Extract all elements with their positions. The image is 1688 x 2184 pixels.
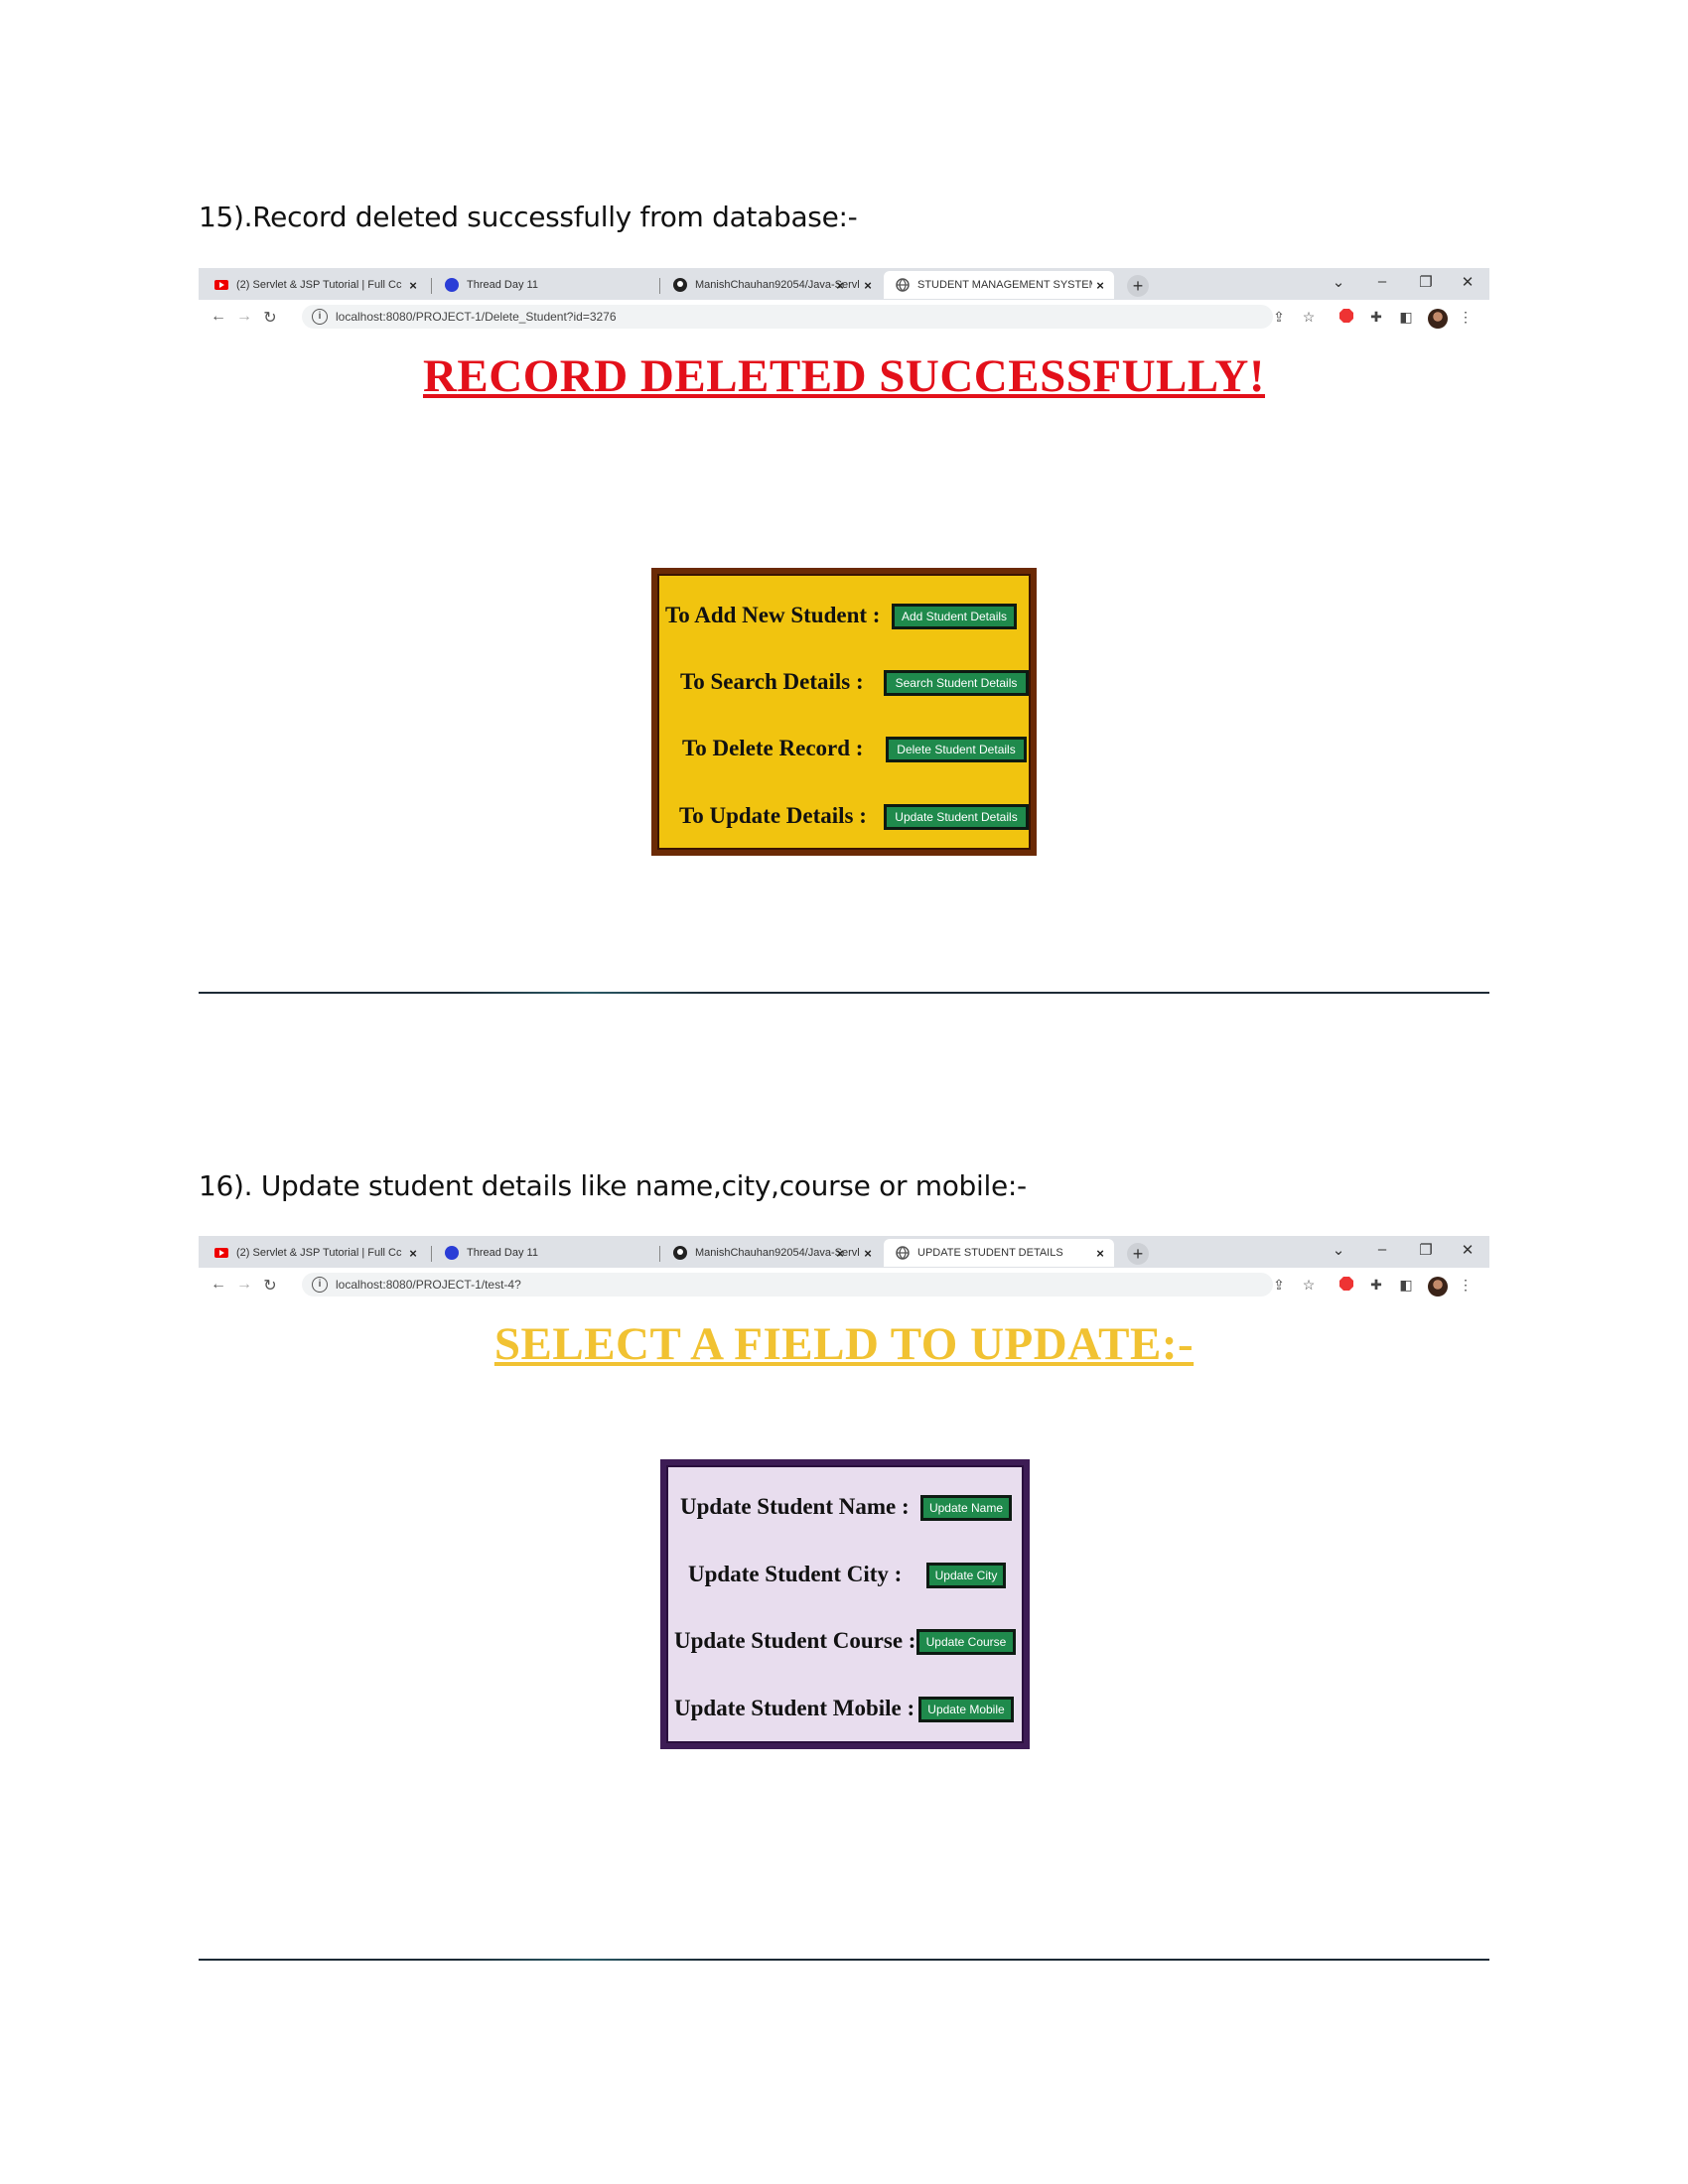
- blue-logo-icon: [445, 1246, 459, 1260]
- update-mobile-button[interactable]: Update Mobile: [918, 1697, 1014, 1722]
- github-icon: [673, 278, 687, 292]
- reload-icon[interactable]: ↻: [260, 1276, 280, 1296]
- url-text: localhost:8080/PROJECT-1/Delete_Student?…: [336, 310, 617, 324]
- page-heading: SELECT A FIELD TO UPDATE:-: [493, 1318, 1195, 1370]
- back-arrow-icon[interactable]: ←: [209, 308, 228, 326]
- menu-kebab-icon[interactable]: ⋮: [1456, 309, 1476, 326]
- tab-youtube[interactable]: (2) Servlet & JSP Tutorial | Full Cc ×: [203, 1239, 427, 1267]
- minimize-icon[interactable]: –: [1372, 273, 1392, 290]
- tab-active[interactable]: STUDENT MANAGEMENT SYSTEM ×: [884, 271, 1114, 299]
- youtube-icon: [214, 1246, 228, 1260]
- update-course-button[interactable]: Update Course: [916, 1629, 1016, 1655]
- close-tab-icon[interactable]: ×: [860, 278, 876, 293]
- row-update-city: Update Student City : Update City: [666, 1559, 1024, 1588]
- close-tab-icon[interactable]: ×: [405, 1246, 421, 1261]
- row-add: To Add New Student : Add Student Details: [657, 600, 1031, 629]
- side-panel-icon[interactable]: ◧: [1396, 1277, 1416, 1294]
- restore-icon[interactable]: ❐: [1416, 273, 1436, 291]
- forward-arrow-icon[interactable]: →: [234, 308, 254, 326]
- info-icon[interactable]: i: [312, 309, 328, 325]
- share-icon[interactable]: ⇪: [1269, 1277, 1289, 1294]
- browser-toolbar: ← → ↻ i localhost:8080/PROJECT-1/Delete_…: [199, 300, 1489, 336]
- row-update: To Update Details : Update Student Detai…: [657, 800, 1031, 830]
- reload-icon[interactable]: ↻: [260, 308, 280, 328]
- add-student-button[interactable]: Add Student Details: [892, 604, 1017, 629]
- update-student-button[interactable]: Update Student Details: [884, 804, 1029, 830]
- browser-screenshot-update: (2) Servlet & JSP Tutorial | Full Cc × T…: [199, 1236, 1489, 1772]
- row-search: To Search Details : Search Student Detai…: [657, 666, 1031, 696]
- tab-github[interactable]: ManishChauhan92054/Java-Servl ×: [661, 271, 882, 299]
- menu-panel: To Add New Student : Add Student Details…: [651, 568, 1037, 856]
- back-arrow-icon[interactable]: ←: [209, 1276, 228, 1294]
- section-divider: [199, 992, 1489, 994]
- url-text: localhost:8080/PROJECT-1/test-4?: [336, 1278, 521, 1292]
- restore-icon[interactable]: ❐: [1416, 1241, 1436, 1259]
- caption-update-details: 16). Update student details like name,ci…: [199, 1169, 1027, 1202]
- browser-screenshot-delete: (2) Servlet & JSP Tutorial | Full Cc × T…: [199, 268, 1489, 874]
- close-tab-icon[interactable]: ×: [1092, 278, 1108, 293]
- caption-record-deleted: 15).Record deleted successfully from dat…: [199, 201, 858, 233]
- browser-toolbar: ← → ↻ i localhost:8080/PROJECT-1/test-4?…: [199, 1268, 1489, 1303]
- tab-youtube[interactable]: (2) Servlet & JSP Tutorial | Full Cc ×: [203, 271, 427, 299]
- close-tab-icon[interactable]: ×: [405, 278, 421, 293]
- update-name-button[interactable]: Update Name: [920, 1495, 1012, 1521]
- extensions-puzzle-icon[interactable]: ✚: [1366, 1277, 1386, 1294]
- tab-strip: (2) Servlet & JSP Tutorial | Full Cc × T…: [199, 268, 1489, 300]
- bookmark-star-icon[interactable]: ☆: [1299, 309, 1319, 326]
- tab-search-icon[interactable]: ⌄: [1329, 1241, 1348, 1259]
- profile-avatar[interactable]: [1428, 309, 1448, 329]
- side-panel-icon[interactable]: ◧: [1396, 309, 1416, 326]
- extensions-puzzle-icon[interactable]: ✚: [1366, 309, 1386, 326]
- page-heading: RECORD DELETED SUCCESSFULLY!: [422, 350, 1266, 402]
- new-tab-button[interactable]: +: [1127, 1243, 1149, 1265]
- adblock-icon[interactable]: [1336, 309, 1356, 326]
- profile-avatar[interactable]: [1428, 1277, 1448, 1297]
- minimize-icon[interactable]: –: [1372, 1241, 1392, 1258]
- forward-arrow-icon[interactable]: →: [234, 1276, 254, 1294]
- address-bar[interactable]: i localhost:8080/PROJECT-1/Delete_Studen…: [302, 305, 1273, 329]
- section-divider: [199, 1959, 1489, 1961]
- browser-chrome: (2) Servlet & JSP Tutorial | Full Cc × T…: [199, 268, 1489, 336]
- tab-active[interactable]: UPDATE STUDENT DETAILS ×: [884, 1239, 1114, 1267]
- close-tab-icon[interactable]: ×: [1092, 1246, 1108, 1261]
- adblock-icon[interactable]: [1336, 1277, 1356, 1294]
- row-delete: To Delete Record : Delete Student Detail…: [657, 733, 1031, 762]
- blue-logo-icon: [445, 278, 459, 292]
- update-panel: Update Student Name : Update Name Update…: [660, 1459, 1030, 1749]
- browser-chrome: (2) Servlet & JSP Tutorial | Full Cc × T…: [199, 1236, 1489, 1303]
- row-update-mobile: Update Student Mobile : Update Mobile: [666, 1693, 1024, 1722]
- tab-strip: (2) Servlet & JSP Tutorial | Full Cc × T…: [199, 1236, 1489, 1268]
- share-icon[interactable]: ⇪: [1269, 309, 1289, 326]
- info-icon[interactable]: i: [312, 1277, 328, 1293]
- github-icon: [673, 1246, 687, 1260]
- youtube-icon: [214, 278, 228, 292]
- window-close-icon[interactable]: ✕: [1458, 1241, 1477, 1259]
- address-bar[interactable]: i localhost:8080/PROJECT-1/test-4?: [302, 1273, 1273, 1297]
- new-tab-button[interactable]: +: [1127, 275, 1149, 297]
- globe-icon: [896, 278, 910, 292]
- update-city-button[interactable]: Update City: [926, 1563, 1006, 1588]
- row-update-course: Update Student Course : Update Course: [666, 1625, 1024, 1655]
- row-update-name: Update Student Name : Update Name: [666, 1491, 1024, 1521]
- bookmark-star-icon[interactable]: ☆: [1299, 1277, 1319, 1294]
- tab-github[interactable]: ManishChauhan92054/Java-Servl ×: [661, 1239, 882, 1267]
- window-close-icon[interactable]: ✕: [1458, 273, 1477, 291]
- menu-kebab-icon[interactable]: ⋮: [1456, 1277, 1476, 1294]
- globe-icon: [896, 1246, 910, 1260]
- close-tab-icon[interactable]: ×: [860, 1246, 876, 1261]
- delete-student-button[interactable]: Delete Student Details: [886, 737, 1027, 762]
- search-student-button[interactable]: Search Student Details: [884, 670, 1029, 696]
- tab-search-icon[interactable]: ⌄: [1329, 273, 1348, 291]
